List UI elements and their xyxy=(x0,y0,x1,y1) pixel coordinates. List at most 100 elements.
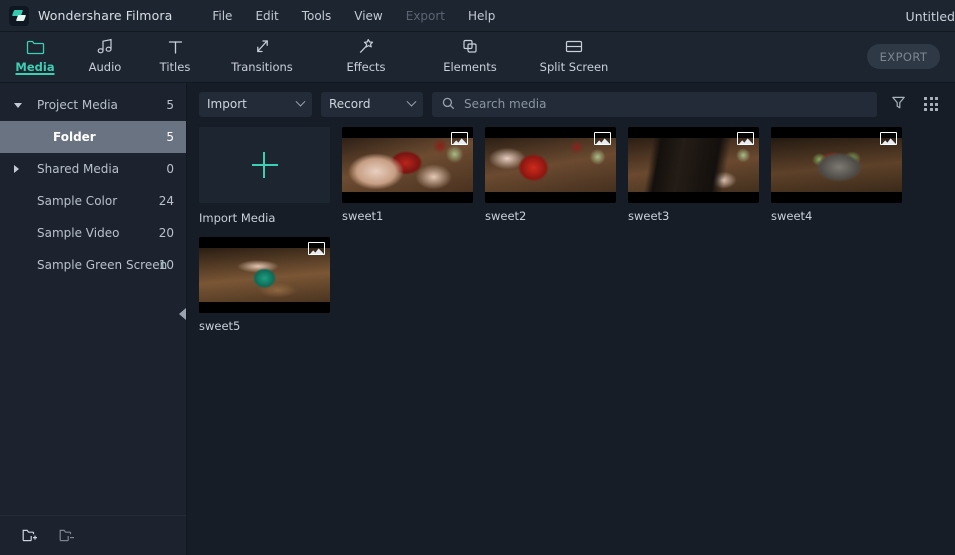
media-item[interactable]: sweet3 xyxy=(628,127,759,225)
sidebar-item-project-media[interactable]: Project Media 5 xyxy=(0,89,186,121)
image-badge-icon xyxy=(451,132,468,145)
sidebar-item-shared-media[interactable]: Shared Media 0 xyxy=(0,153,186,185)
chevron-down-icon[interactable] xyxy=(14,102,22,108)
import-media-tile[interactable]: Import Media xyxy=(199,127,330,225)
filmora-window: Wondershare Filmora File Edit Tools View… xyxy=(0,0,955,555)
collapse-left-icon xyxy=(178,308,186,320)
image-badge-icon xyxy=(308,242,325,255)
chevron-right-icon[interactable] xyxy=(14,165,19,173)
tab-elements-label: Elements xyxy=(443,60,497,74)
transition-arrows-icon xyxy=(253,37,272,56)
menu-bar: File Edit Tools View Export Help xyxy=(212,9,495,23)
sidebar-item-label: Sample Color xyxy=(37,194,118,208)
media-item-name: sweet3 xyxy=(628,209,670,223)
grid-view-button[interactable] xyxy=(919,92,943,116)
sidebar-item-label: Project Media xyxy=(37,98,118,112)
tab-effects[interactable]: Effects xyxy=(314,32,418,74)
sidebar-item-count: 24 xyxy=(158,194,174,208)
sidebar-item-count: 5 xyxy=(166,130,174,144)
tab-transitions[interactable]: Transitions xyxy=(210,32,314,74)
media-toolbar: Import Record xyxy=(187,83,955,125)
image-badge-icon xyxy=(594,132,611,145)
sidebar-item-sample-green-screen[interactable]: Sample Green Screen 10 xyxy=(0,249,186,281)
menu-tools[interactable]: Tools xyxy=(302,9,332,23)
record-dropdown[interactable]: Record xyxy=(321,91,423,117)
stacked-squares-icon xyxy=(461,37,480,56)
filter-button[interactable] xyxy=(886,92,910,116)
sidebar-item-count: 0 xyxy=(166,162,174,176)
sidebar-collapse-button[interactable] xyxy=(177,305,187,323)
sidebar-item-label: Folder xyxy=(53,130,96,144)
tab-elements[interactable]: Elements xyxy=(418,32,522,74)
media-item[interactable]: sweet2 xyxy=(485,127,616,225)
image-badge-icon xyxy=(737,132,754,145)
media-panel: Import Record Search media Import Media … xyxy=(187,83,955,555)
tab-media[interactable]: Media xyxy=(0,32,70,75)
media-item-name: sweet2 xyxy=(485,209,527,223)
remove-folder-icon[interactable] xyxy=(59,528,76,543)
search-icon xyxy=(442,95,455,114)
filmora-logo-icon xyxy=(9,5,29,26)
text-t-icon xyxy=(167,37,184,56)
sidebar-item-count: 10 xyxy=(158,258,174,272)
media-sidebar: Project Media 5 Folder 5 Shared Media 0 … xyxy=(0,83,187,555)
import-dropdown[interactable]: Import xyxy=(199,91,312,117)
search-input[interactable] xyxy=(464,97,867,111)
media-thumbnail[interactable] xyxy=(199,237,330,313)
tab-split-screen[interactable]: Split Screen xyxy=(522,32,626,74)
music-note-icon xyxy=(96,37,115,56)
sidebar-footer xyxy=(0,515,186,555)
split-screen-icon xyxy=(564,37,584,56)
tab-transitions-label: Transitions xyxy=(231,60,293,74)
media-item-name: sweet1 xyxy=(342,209,384,223)
export-button[interactable]: EXPORT xyxy=(867,44,940,69)
tab-media-label: Media xyxy=(15,60,55,74)
workspace: Project Media 5 Folder 5 Shared Media 0 … xyxy=(0,83,955,555)
media-item-name: sweet4 xyxy=(771,209,813,223)
tab-audio[interactable]: Audio xyxy=(70,32,140,74)
plus-icon xyxy=(251,152,278,178)
image-badge-icon xyxy=(880,132,897,145)
media-item[interactable]: sweet4 xyxy=(771,127,902,225)
sidebar-list: Project Media 5 Folder 5 Shared Media 0 … xyxy=(0,83,186,515)
magic-star-icon xyxy=(357,37,376,56)
new-folder-icon[interactable] xyxy=(22,528,39,543)
chevron-down-icon xyxy=(295,96,306,107)
main-toolbar: Media Audio Titles Transitions Effects E… xyxy=(0,32,955,83)
import-media-dropzone[interactable] xyxy=(199,127,330,203)
folder-icon xyxy=(26,37,45,56)
media-item-name: sweet5 xyxy=(199,319,241,333)
document-title: Untitled xyxy=(905,9,955,24)
sidebar-item-count: 5 xyxy=(166,98,174,112)
sidebar-item-label: Sample Green Screen xyxy=(37,258,168,272)
media-thumbnail[interactable] xyxy=(628,127,759,203)
tab-split-screen-label: Split Screen xyxy=(539,60,609,74)
tab-audio-label: Audio xyxy=(88,60,122,74)
tab-titles[interactable]: Titles xyxy=(140,32,210,74)
menu-view[interactable]: View xyxy=(354,9,382,23)
chevron-down-icon xyxy=(406,96,417,107)
app-name: Wondershare Filmora xyxy=(38,8,173,23)
menu-help[interactable]: Help xyxy=(468,9,495,23)
sidebar-item-sample-color[interactable]: Sample Color 24 xyxy=(0,185,186,217)
media-thumbnail[interactable] xyxy=(771,127,902,203)
import-media-label: Import Media xyxy=(199,211,276,225)
media-thumbnail[interactable] xyxy=(342,127,473,203)
sidebar-item-count: 20 xyxy=(158,226,174,240)
menu-file[interactable]: File xyxy=(212,9,232,23)
tab-titles-label: Titles xyxy=(159,60,191,74)
record-dropdown-label: Record xyxy=(329,97,371,111)
media-item[interactable]: sweet5 xyxy=(199,237,330,333)
search-media-box[interactable] xyxy=(432,91,877,117)
tab-effects-label: Effects xyxy=(346,60,386,74)
media-thumbnail[interactable] xyxy=(485,127,616,203)
sidebar-item-sample-video[interactable]: Sample Video 20 xyxy=(0,217,186,249)
menu-edit[interactable]: Edit xyxy=(255,9,278,23)
sidebar-item-label: Shared Media xyxy=(37,162,120,176)
active-tab-underline xyxy=(15,73,55,75)
sidebar-item-folder[interactable]: Folder 5 xyxy=(0,121,186,153)
media-item[interactable]: sweet1 xyxy=(342,127,473,225)
media-grid: Import Media sweet1 sweet2 sweet3 sweet4… xyxy=(187,125,955,333)
title-bar: Wondershare Filmora File Edit Tools View… xyxy=(0,0,955,32)
filter-funnel-icon xyxy=(891,95,906,114)
